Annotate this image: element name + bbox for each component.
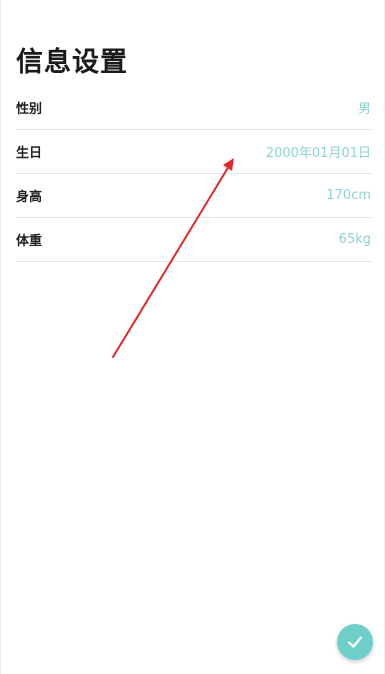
settings-list: 性别 男 生日 2000年01月01日 身高 170cm 体重 65kg: [16, 86, 372, 262]
setting-row-height[interactable]: 身高 170cm: [16, 174, 372, 218]
setting-label-height: 身高: [16, 190, 43, 205]
page-title: 信息设置: [16, 47, 128, 78]
info-settings-screen: 信息设置 性别 男 生日 2000年01月01日 身高 170cm 体重 65k…: [0, 0, 385, 674]
setting-value-birthday: 2000年01月01日: [265, 146, 371, 161]
setting-row-birthday[interactable]: 生日 2000年01月01日: [16, 130, 372, 174]
setting-value-gender: 男: [357, 102, 371, 117]
setting-label-birthday: 生日: [16, 146, 43, 161]
check-icon: [347, 636, 363, 648]
setting-row-weight[interactable]: 体重 65kg: [16, 218, 372, 262]
setting-value-height: 170cm: [326, 188, 371, 203]
setting-row-gender[interactable]: 性别 男: [16, 86, 372, 130]
setting-label-weight: 体重: [16, 234, 43, 249]
setting-label-gender: 性别: [16, 102, 43, 117]
confirm-button[interactable]: [337, 624, 373, 660]
setting-value-weight: 65kg: [338, 232, 371, 247]
